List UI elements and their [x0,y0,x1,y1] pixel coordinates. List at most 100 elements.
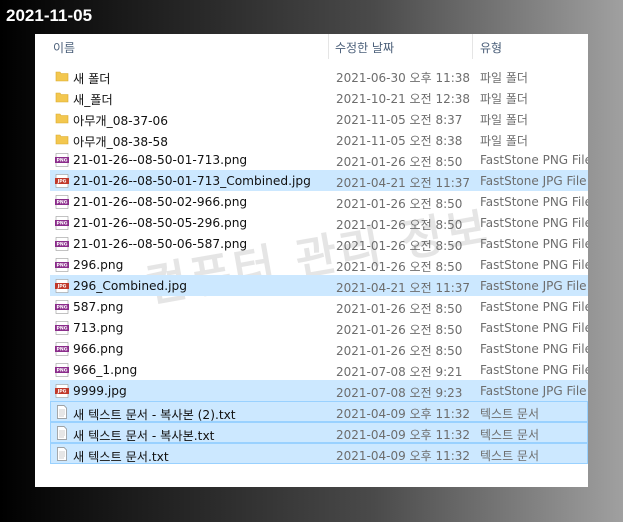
file-date: 2021-07-08 오전 9:23 [336,386,463,400]
file-row[interactable]: JPG 296_Combined.jpg 2021-04-21 오전 11:37 Fa… [50,275,588,296]
folder-icon [55,132,69,146]
jpg-icon: JPG [55,384,69,398]
file-date: 2021-11-05 오전 8:38 [336,134,463,148]
file-date: 2021-01-26 오전 8:50 [336,302,463,316]
column-header-type[interactable]: 유형 [480,39,502,56]
png-icon: PNG [55,195,69,209]
file-type: FastStone PNG File [480,153,588,167]
file-date: 2021-10-21 오전 12:38 [336,92,471,106]
column-header-name[interactable]: 이름 [53,39,75,56]
file-name: 587.png [73,300,124,314]
file-name: 새 텍스트 문서 - 복사본.txt [73,429,215,443]
file-type: 파일 폴더 [480,113,528,127]
file-type: FastStone JPG File [480,174,587,188]
folder-icon [55,69,69,83]
file-row[interactable]: JPG 21-01-26--08-50-01-713_Combined.jpg 20… [50,170,588,191]
file-row[interactable]: JPG 9999.jpg 2021-07-08 오전 9:23 FastStone J… [50,380,588,401]
file-type: 파일 폴더 [480,71,528,85]
png-icon: PNG [55,258,69,272]
file-date: 2021-04-09 오후 11:32 [336,407,471,421]
jpg-icon: JPG [55,174,69,188]
file-date: 2021-01-26 오전 8:50 [336,344,463,358]
file-name: 새 텍스트 문서.txt [73,450,169,464]
svg-text:JPG: JPG [57,179,67,185]
file-row[interactable]: 새_폴더 2021-10-21 오전 12:38 파일 폴더 [50,86,588,107]
svg-text:PNG: PNG [57,347,68,353]
file-row[interactable]: 새 텍스트 문서.txt 2021-04-09 오후 11:32 텍스트 문서 [50,443,588,464]
file-name: 아무개_08-37-06 [73,114,169,128]
file-list-panel: ^ 이름 수정한 날짜 유형 컴퓨터 관리 정보 새 폴더 2021-06-30 … [35,34,588,487]
file-row[interactable]: PNG 587.png 2021-01-26 오전 8:50 FastStone PN… [50,296,588,317]
file-row[interactable]: PNG 21-01-26--08-50-06-587.png 2021-01-26 … [50,233,588,254]
file-name: 21-01-26--08-50-01-713.png [73,153,248,167]
file-name: 새_폴더 [73,93,113,107]
file-row[interactable]: PNG 296.png 2021-01-26 오전 8:50 FastStone PN… [50,254,588,275]
file-date: 2021-06-30 오후 11:38 [336,71,471,85]
svg-text:PNG: PNG [57,242,68,248]
file-row[interactable]: 새 텍스트 문서 - 복사본 (2).txt 2021-04-09 오후 11:3… [50,401,588,422]
file-date: 2021-04-09 오후 11:32 [336,449,471,463]
date-label: 2021-11-05 [6,6,93,25]
file-name: 21-01-26--08-50-05-296.png [73,216,248,230]
column-divider[interactable] [328,34,329,59]
file-type: FastStone PNG File [480,321,588,335]
png-icon: PNG [55,363,69,377]
file-type: FastStone PNG File [480,363,588,377]
svg-text:JPG: JPG [57,389,67,395]
file-type: FastStone PNG File [480,300,588,314]
column-header-date[interactable]: 수정한 날짜 [335,39,394,56]
file-type: FastStone PNG File [480,195,588,209]
file-row[interactable]: PNG 21-01-26--08-50-01-713.png 2021-01-26 … [50,149,588,170]
file-row[interactable]: PNG 966.png 2021-01-26 오전 8:50 FastStone PN… [50,338,588,359]
svg-text:JPG: JPG [57,284,67,290]
file-row[interactable]: 아무개_08-38-58 2021-11-05 오전 8:38 파일 폴더 [50,128,588,149]
column-header: ^ 이름 수정한 날짜 유형 [35,34,588,59]
text-document-icon [55,405,69,419]
file-name: 966_1.png [73,363,138,377]
file-name: 아무개_08-38-58 [73,135,169,149]
file-row[interactable]: 새 폴더 2021-06-30 오후 11:38 파일 폴더 [50,65,588,86]
file-row[interactable]: PNG 21-01-26--08-50-05-296.png 2021-01-26 … [50,212,588,233]
file-date: 2021-11-05 오전 8:37 [336,113,463,127]
svg-text:PNG: PNG [57,221,68,227]
file-name: 21-01-26--08-50-06-587.png [73,237,248,251]
file-name: 21-01-26--08-50-01-713_Combined.jpg [73,174,311,188]
file-date: 2021-04-21 오전 11:37 [336,176,471,190]
file-type: FastStone JPG File [480,384,587,398]
file-type: FastStone PNG File [480,216,588,230]
file-date: 2021-04-09 오후 11:32 [336,428,471,442]
svg-text:PNG: PNG [57,368,68,374]
file-row[interactable]: PNG 966_1.png 2021-07-08 오전 9:21 FastStone … [50,359,588,380]
file-name: 713.png [73,321,124,335]
jpg-icon: JPG [55,279,69,293]
png-icon: PNG [55,237,69,251]
svg-text:PNG: PNG [57,158,68,164]
file-row[interactable]: 새 텍스트 문서 - 복사본.txt 2021-04-09 오후 11:32 텍스트… [50,422,588,443]
file-date: 2021-01-26 오전 8:50 [336,155,463,169]
sort-ascending-icon[interactable]: ^ [183,34,191,41]
text-document-icon [55,426,69,440]
file-list: 새 폴더 2021-06-30 오후 11:38 파일 폴더 새_폴더 2021-10-… [50,65,588,464]
file-name: 966.png [73,342,124,356]
file-date: 2021-04-21 오전 11:37 [336,281,471,295]
file-row[interactable]: PNG 713.png 2021-01-26 오전 8:50 FastStone PN… [50,317,588,338]
file-date: 2021-01-26 오전 8:50 [336,218,463,232]
png-icon: PNG [55,216,69,230]
file-row[interactable]: 아무개_08-37-06 2021-11-05 오전 8:37 파일 폴더 [50,107,588,128]
file-type: 파일 폴더 [480,134,528,148]
file-date: 2021-01-26 오전 8:50 [336,323,463,337]
file-type: 텍스트 문서 [480,407,540,421]
svg-text:PNG: PNG [57,326,68,332]
file-name: 새 폴더 [73,72,111,86]
file-row[interactable]: PNG 21-01-26--08-50-02-966.png 2021-01-26 … [50,191,588,212]
svg-text:PNG: PNG [57,305,68,311]
file-name: 296.png [73,258,124,272]
file-type: FastStone PNG File [480,342,588,356]
png-icon: PNG [55,300,69,314]
file-type: FastStone JPG File [480,279,587,293]
png-icon: PNG [55,321,69,335]
column-divider[interactable] [472,34,473,59]
file-type: 파일 폴더 [480,92,528,106]
file-date: 2021-01-26 오전 8:50 [336,197,463,211]
folder-icon [55,90,69,104]
